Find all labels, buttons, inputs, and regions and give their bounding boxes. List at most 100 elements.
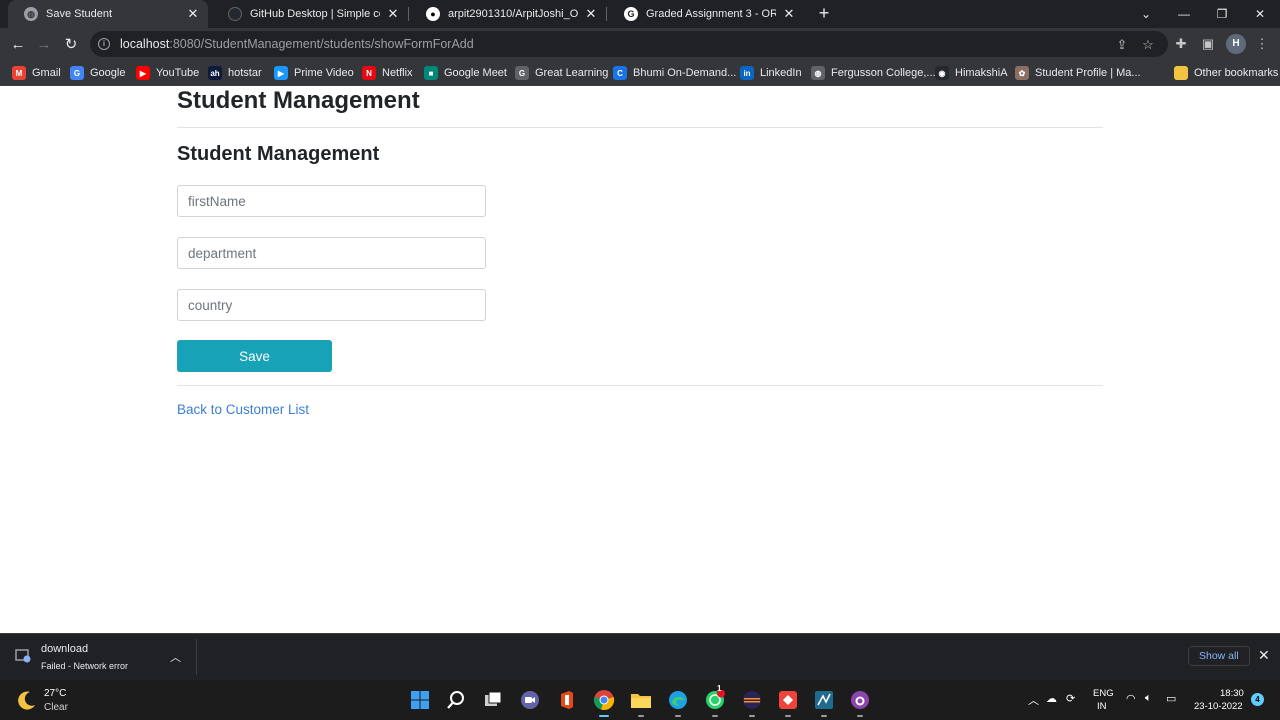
- linkedin-icon: in: [740, 66, 754, 80]
- office-icon[interactable]: [555, 688, 579, 712]
- chrome-icon[interactable]: [592, 688, 616, 717]
- chevron-up-icon[interactable]: ︿: [170, 649, 181, 665]
- country-input[interactable]: [177, 289, 486, 321]
- anydesk-icon[interactable]: [776, 688, 800, 717]
- close-tab-icon[interactable]: ✕: [584, 6, 598, 22]
- region-indicator[interactable]: IN: [1097, 701, 1107, 712]
- bookmark-bhumi-on-demand[interactable]: C Bhumi On-Demand...: [613, 64, 736, 82]
- department-input[interactable]: [177, 237, 486, 269]
- minimize-button[interactable]: —: [1165, 0, 1203, 28]
- extensions-icon[interactable]: ✚: [1173, 36, 1189, 52]
- bookmark-other-bookmarks[interactable]: Other bookmarks: [1174, 64, 1278, 82]
- bookmark-fergusson-college[interactable]: ◍ Fergusson College,...: [811, 64, 936, 82]
- eclipse-icon[interactable]: [740, 688, 764, 717]
- bookmark-gmail[interactable]: M Gmail: [12, 64, 61, 82]
- back-arrow-icon[interactable]: ←: [6, 32, 30, 56]
- bookmark-hotstar[interactable]: ah hotstar: [208, 64, 262, 82]
- globe-icon: ◍: [24, 7, 38, 21]
- close-icon[interactable]: ✕: [1258, 647, 1270, 664]
- bookmark-student-profile-ma[interactable]: ✿ Student Profile | Ma...: [1015, 64, 1141, 82]
- bookmark-star-icon[interactable]: ☆: [1140, 37, 1156, 53]
- bookmark-label: Great Learning: [535, 67, 609, 79]
- download-shelf: download Failed - Network error ︿ Show a…: [0, 633, 1280, 680]
- file-explorer-icon[interactable]: [629, 688, 653, 717]
- clock-time[interactable]: 18:30: [1220, 688, 1244, 699]
- task-view-icon[interactable]: [481, 688, 505, 712]
- reload-icon[interactable]: ↻: [59, 32, 83, 56]
- save-button[interactable]: Save: [177, 340, 332, 372]
- share-icon[interactable]: ⇪: [1114, 37, 1130, 53]
- tab-separator: [606, 7, 607, 21]
- address-bar[interactable]: i localhost:8080/StudentManagement/stude…: [90, 31, 1168, 57]
- forward-arrow-icon[interactable]: →: [32, 32, 56, 56]
- bookmark-label: HimakshiA: [955, 67, 1008, 79]
- search-icon[interactable]: [444, 688, 468, 712]
- youtube-icon: ▶: [136, 66, 150, 80]
- bookmark-label: hotstar: [228, 67, 262, 79]
- globe-icon: ◍: [811, 66, 825, 80]
- language-indicator[interactable]: ENG: [1093, 688, 1114, 699]
- mysql-workbench-icon[interactable]: [812, 688, 836, 717]
- battery-icon[interactable]: ▭: [1166, 692, 1176, 705]
- bookmark-himakshia[interactable]: ◉ HimakshiA: [935, 64, 1008, 82]
- teams-chat-icon[interactable]: [518, 688, 542, 712]
- bookmark-prime-video[interactable]: ▶ Prime Video: [274, 64, 354, 82]
- divider: [177, 385, 1103, 386]
- url-text[interactable]: localhost:8080/StudentManagement/student…: [120, 37, 474, 51]
- google-icon: G: [70, 66, 84, 80]
- weather-condition: Clear: [44, 702, 68, 713]
- info-icon[interactable]: i: [98, 38, 110, 50]
- menu-kebab-icon[interactable]: ⋮: [1254, 36, 1270, 52]
- bookmark-label: LinkedIn: [760, 67, 802, 79]
- download-status: Failed - Network error: [41, 661, 129, 671]
- close-tab-icon[interactable]: ✕: [386, 6, 400, 22]
- bookmark-label: Prime Video: [294, 67, 354, 79]
- bookmark-youtube[interactable]: ▶ YouTube: [136, 64, 199, 82]
- maximize-button[interactable]: ❐: [1203, 0, 1241, 28]
- wifi-icon[interactable]: ◠: [1126, 692, 1136, 705]
- url-path: :8080/StudentManagement/students/showFor…: [169, 37, 474, 51]
- github-icon: ●: [426, 7, 440, 21]
- bookmark-google[interactable]: G Google: [70, 64, 125, 82]
- moon-weather-icon[interactable]: [16, 689, 38, 711]
- bookmark-label: Google Meet: [444, 67, 507, 79]
- chevron-up-icon[interactable]: ︿: [1028, 692, 1039, 708]
- bookmark-netflix[interactable]: N Netflix: [362, 64, 413, 82]
- start-icon[interactable]: [408, 688, 432, 712]
- profile-avatar[interactable]: H: [1226, 34, 1246, 54]
- show-all-button[interactable]: Show all: [1188, 646, 1250, 666]
- close-window-button[interactable]: ✕: [1241, 0, 1279, 28]
- notification-badge[interactable]: 4: [1251, 693, 1264, 706]
- tab-github-repo[interactable]: ● arpit2901310/ArpitJoshi_ORMand ✕: [410, 0, 606, 28]
- close-tab-icon[interactable]: ✕: [782, 6, 796, 22]
- sync-icon[interactable]: ⟳: [1066, 692, 1075, 705]
- edge-icon[interactable]: [666, 688, 690, 717]
- tab-search-icon[interactable]: ⌄: [1127, 0, 1165, 28]
- tab-github-desktop[interactable]: GitHub Desktop | Simple collabo ✕: [212, 0, 408, 28]
- clock-date[interactable]: 23-10-2022: [1194, 701, 1243, 712]
- tab-graded-assignment[interactable]: G Graded Assignment 3 - ORM & S ✕: [608, 0, 804, 28]
- great-learning-icon: G: [515, 66, 529, 80]
- bookmark-linkedin[interactable]: in LinkedIn: [740, 64, 802, 82]
- side-panel-icon[interactable]: ▣: [1200, 36, 1216, 52]
- close-tab-icon[interactable]: ✕: [186, 6, 200, 22]
- whatsapp-icon[interactable]: 1: [703, 684, 727, 717]
- tab-save-student[interactable]: ◍ Save Student ✕: [8, 0, 208, 28]
- bhumi-icon: C: [613, 66, 627, 80]
- bookmark-label: Student Profile | Ma...: [1035, 67, 1141, 79]
- first-name-input[interactable]: [177, 185, 486, 217]
- new-tab-button[interactable]: +: [814, 3, 834, 23]
- tab-title: Save Student: [46, 8, 113, 20]
- prime-video-icon: ▶: [274, 66, 288, 80]
- onedrive-icon[interactable]: ☁: [1046, 692, 1057, 705]
- student-profile-icon: ✿: [1015, 66, 1029, 80]
- volume-icon[interactable]: 🔈︎: [1145, 692, 1152, 705]
- download-file-name[interactable]: download: [41, 643, 88, 655]
- browser-toolbar: ← → ↻ i localhost:8080/StudentManagement…: [0, 28, 1280, 60]
- bookmark-great-learning[interactable]: G Great Learning: [515, 64, 608, 82]
- bookmark-google-meet[interactable]: ■ Google Meet: [424, 64, 507, 82]
- bookmark-label: Google: [90, 67, 126, 79]
- back-to-customer-list-link[interactable]: Back to Customer List: [177, 402, 309, 417]
- github-desktop-icon[interactable]: [848, 688, 872, 717]
- tab-title: GitHub Desktop | Simple collabo: [250, 8, 380, 20]
